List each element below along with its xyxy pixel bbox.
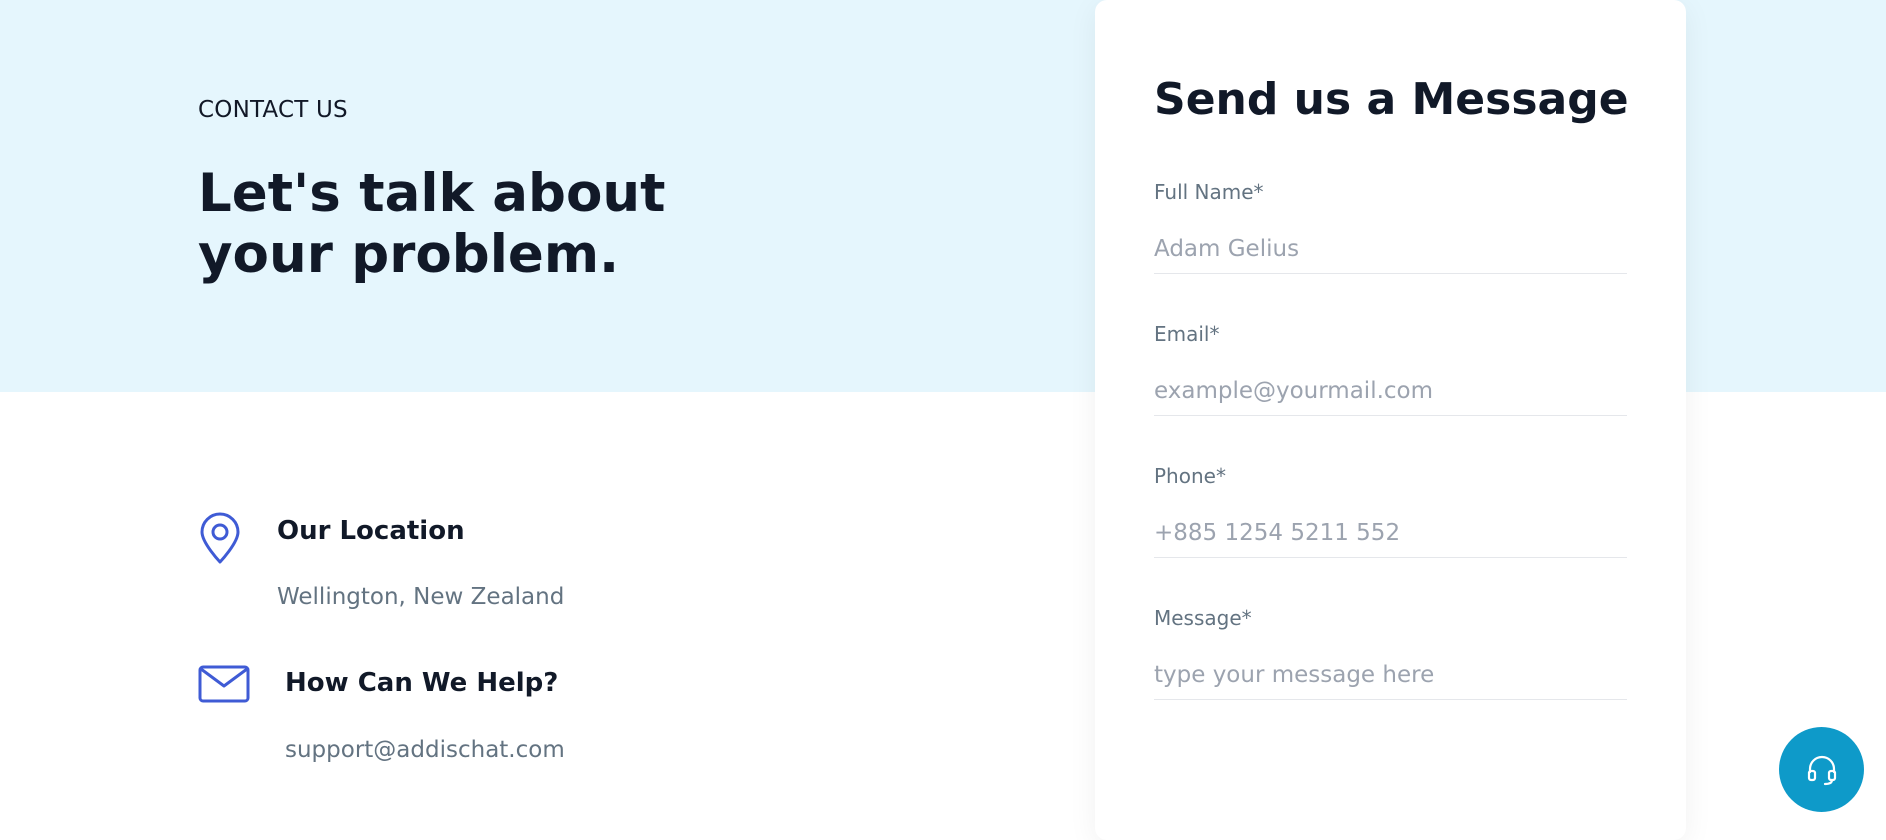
location-title: Our Location bbox=[277, 516, 465, 546]
support-email-link[interactable]: support@addischat.com bbox=[285, 737, 565, 763]
contact-form-card: Send us a Message Full Name* Email* Phon… bbox=[1095, 0, 1686, 840]
message-label: Message* bbox=[1154, 606, 1252, 630]
full-name-field-group: Full Name* bbox=[1154, 180, 1627, 274]
email-input[interactable] bbox=[1154, 366, 1627, 416]
page-headline: Let's talk about your problem. bbox=[198, 163, 718, 285]
full-name-input[interactable] bbox=[1154, 224, 1627, 274]
headline-line-1: Let's talk about bbox=[198, 163, 666, 224]
phone-label: Phone* bbox=[1154, 464, 1226, 488]
section-eyebrow: CONTACT US bbox=[198, 97, 348, 123]
phone-field-group: Phone* bbox=[1154, 464, 1627, 558]
support-chat-button[interactable] bbox=[1779, 727, 1864, 812]
envelope-icon bbox=[198, 665, 250, 703]
location-text: Wellington, New Zealand bbox=[277, 584, 565, 610]
full-name-label: Full Name* bbox=[1154, 180, 1264, 204]
message-input[interactable] bbox=[1154, 650, 1627, 700]
email-label: Email* bbox=[1154, 322, 1220, 346]
email-field-group: Email* bbox=[1154, 322, 1627, 416]
form-title: Send us a Message bbox=[1154, 74, 1629, 125]
headline-line-2: your problem. bbox=[198, 224, 620, 285]
headset-icon bbox=[1805, 753, 1839, 787]
help-title: How Can We Help? bbox=[285, 668, 559, 698]
location-pin-icon bbox=[198, 512, 242, 564]
phone-input[interactable] bbox=[1154, 508, 1627, 558]
message-field-group: Message* bbox=[1154, 606, 1627, 700]
